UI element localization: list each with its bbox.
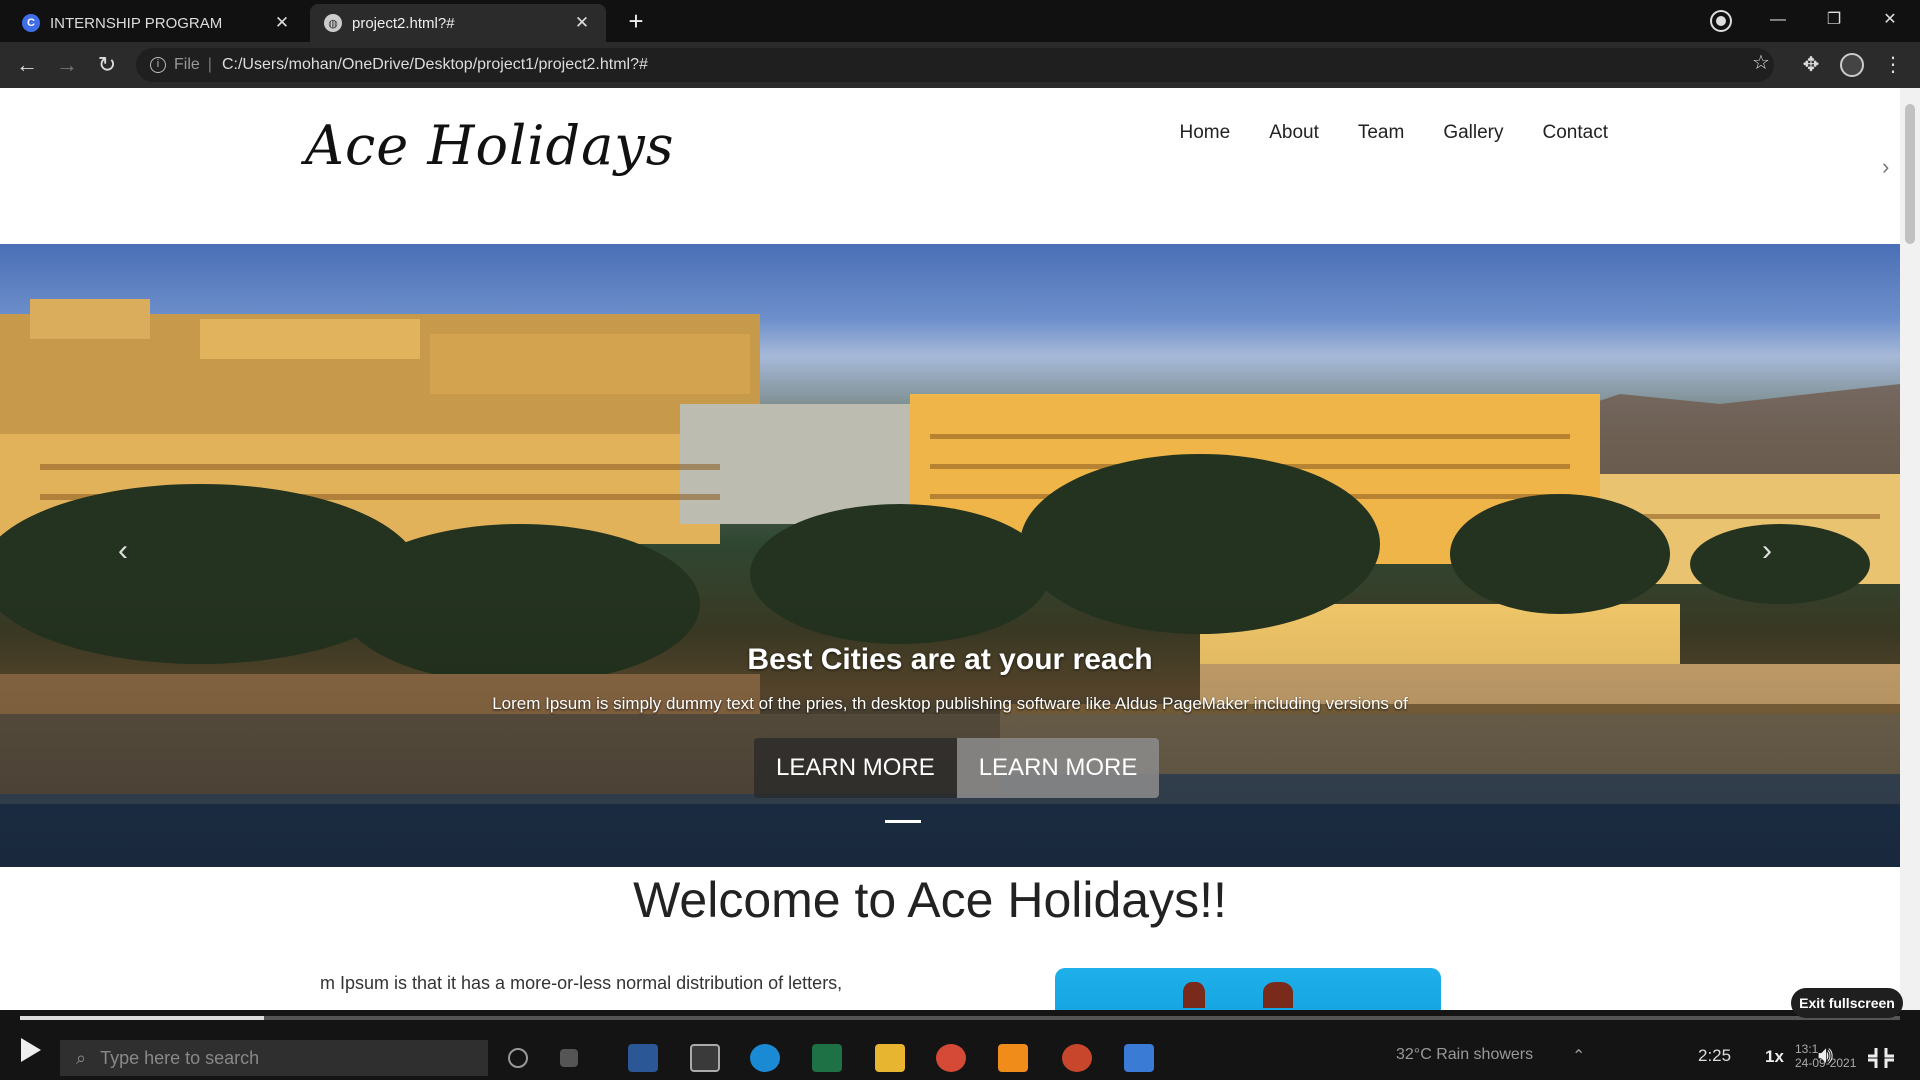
nav-home[interactable]: Home (1180, 122, 1231, 144)
close-window-icon[interactable]: ✕ (1862, 0, 1918, 42)
carousel-indicator[interactable] (885, 820, 921, 823)
exit-fullscreen-tooltip: Exit fullscreen (1791, 988, 1903, 1018)
learn-more-button-1[interactable]: LEARN MORE (754, 738, 957, 798)
hero-text: Lorem Ipsum is simply dummy text of the … (492, 694, 1408, 713)
page-scrollbar[interactable] (1900, 88, 1920, 1010)
nav-team[interactable]: Team (1358, 122, 1404, 144)
main-nav: Home About Team Gallery Contact (1180, 122, 1608, 144)
web-page: Ace Holidays Home About Team Gallery Con… (0, 88, 1920, 1010)
about-image (1055, 968, 1441, 1010)
about-paragraph: m Ipsum is that it has a more-or-less no… (320, 973, 843, 993)
extensions-puzzle-icon[interactable]: ✥ (1798, 52, 1824, 78)
weather-status[interactable]: 32°C Rain showers (1396, 1046, 1533, 1064)
tab-internship-program[interactable]: C INTERNSHIP PROGRAM ✕ (8, 4, 306, 42)
site-header: Ace Holidays Home About Team Gallery Con… (0, 88, 1900, 244)
chevron-right-icon[interactable]: › (1882, 154, 1889, 180)
address-bar[interactable]: i File | C:/Users/mohan/OneDrive/Desktop… (136, 48, 1774, 82)
playback-time: 2:25 (1698, 1046, 1732, 1065)
folder-app-icon[interactable] (875, 1044, 905, 1072)
word-app-icon[interactable] (628, 1044, 658, 1072)
tab-title: INTERNSHIP PROGRAM (50, 14, 223, 32)
minimize-icon[interactable]: — (1750, 0, 1806, 42)
restore-icon[interactable]: ❐ (1806, 0, 1862, 42)
media-indicator-icon[interactable] (1712, 12, 1730, 30)
welcome-heading: Welcome to Ace Holidays!! (633, 872, 1227, 928)
hero-carousel: ‹ › Best Cities are at your reach Lorem … (0, 244, 1900, 867)
nav-about[interactable]: About (1269, 122, 1319, 144)
nav-gallery[interactable]: Gallery (1443, 122, 1503, 144)
hero-buttons: LEARN MORE LEARN MORE (754, 738, 1160, 798)
url-separator: | (207, 56, 212, 73)
info-icon[interactable]: i (150, 57, 166, 73)
reload-icon[interactable]: ↻ (92, 50, 122, 80)
task-view-icon[interactable] (560, 1049, 578, 1067)
profile-avatar-icon[interactable] (1840, 53, 1864, 77)
close-tab-icon[interactable]: ✕ (572, 13, 592, 33)
site-logo[interactable]: Ace Holidays (305, 114, 675, 177)
nav-contact[interactable]: Contact (1543, 122, 1608, 144)
taskbar-search[interactable]: ⌕ Type here to search (60, 1040, 488, 1076)
video-frame: C INTERNSHIP PROGRAM ✕ ◍ project2.html?#… (0, 0, 1920, 1080)
powerpoint-app-icon[interactable] (1062, 1044, 1092, 1072)
menu-dots-icon[interactable]: ⋮ (1880, 52, 1906, 78)
hero-title: Best Cities are at your reach (747, 643, 1153, 676)
browser-toolbar: ← → ↻ i File | C:/Users/mohan/OneDrive/D… (0, 42, 1920, 88)
seek-progress (20, 1016, 265, 1020)
sublime-app-icon[interactable] (998, 1044, 1028, 1072)
url-text: C:/Users/mohan/OneDrive/Desktop/project1… (221, 56, 648, 73)
learn-more-button-2[interactable]: LEARN MORE (956, 738, 1160, 798)
store-app-icon[interactable] (690, 1044, 720, 1072)
tab-title: project2.html?# (352, 14, 455, 32)
playback-speed[interactable]: 1x (1765, 1047, 1784, 1067)
cortana-icon[interactable] (508, 1048, 528, 1068)
scrollbar-thumb[interactable] (1905, 104, 1915, 244)
person-figure-icon (1263, 982, 1293, 1008)
seek-bar[interactable] (20, 1016, 1900, 1020)
edge-app-icon[interactable] (750, 1044, 780, 1072)
globe-icon: ◍ (324, 14, 342, 32)
search-icon: ⌕ (76, 1047, 87, 1068)
volume-icon[interactable]: 🔊︎ (1818, 1042, 1833, 1070)
close-tab-icon[interactable]: ✕ (272, 13, 292, 33)
exit-fullscreen-icon[interactable] (1866, 1046, 1896, 1070)
excel-app-icon[interactable] (812, 1044, 842, 1072)
chrome-app-icon[interactable] (936, 1044, 966, 1072)
bookmark-star-icon[interactable]: ☆ (1748, 50, 1774, 76)
zoom-app-icon[interactable] (1124, 1044, 1154, 1072)
forward-arrow-icon[interactable]: → (52, 50, 82, 80)
video-player-controls: ⌕ Type here to search 32°C Rain showers … (0, 1010, 1920, 1080)
carousel-next-icon[interactable]: › (1762, 534, 1772, 568)
internship-favicon-icon: C (22, 14, 40, 32)
carousel-prev-icon[interactable]: ‹ (118, 534, 128, 568)
back-arrow-icon[interactable]: ← (12, 50, 42, 80)
browser-tab-strip: C INTERNSHIP PROGRAM ✕ ◍ project2.html?#… (0, 0, 1920, 42)
new-tab-button[interactable]: + (620, 6, 652, 38)
search-placeholder: Type here to search (100, 1047, 260, 1068)
tab-project2[interactable]: ◍ project2.html?# ✕ (310, 4, 606, 42)
person-figure-icon (1183, 982, 1205, 1008)
tray-chevron-icon[interactable]: ⌃ (1572, 1046, 1585, 1066)
play-icon[interactable] (14, 1034, 46, 1066)
url-scheme: File (174, 56, 200, 73)
